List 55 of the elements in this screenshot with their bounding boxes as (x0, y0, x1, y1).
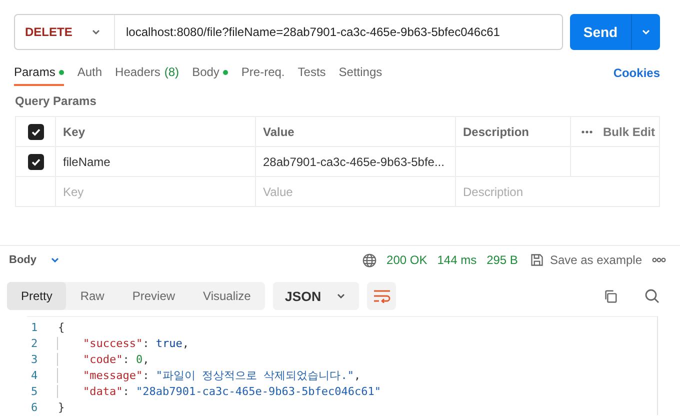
column-header: Value (263, 124, 294, 138)
line-number: 1 (30, 320, 39, 334)
request-tab[interactable]: Tests (298, 60, 326, 86)
line-number: 2 (30, 336, 39, 350)
url-input[interactable]: localhost:8080/file?fileName=28ab7901-ca3c-465e-9b63-5bfec046c61 (115, 14, 562, 50)
code-line: "data": "28ab7901-ca3c-465e-9b63-5bfec046c61" (57, 384, 382, 398)
send-options-button[interactable] (631, 14, 660, 50)
code-line: "code": 0, (57, 352, 150, 366)
checkbox[interactable] (28, 154, 44, 170)
bulk-edit-link[interactable]: Bulk Edit (603, 124, 656, 138)
request-tab[interactable]: Auth (77, 60, 102, 86)
request-tab[interactable]: Settings (338, 60, 382, 86)
column-header: Description (463, 124, 530, 138)
format-dropdown[interactable]: JSON (272, 282, 360, 310)
cookies-link[interactable]: Cookies (613, 66, 660, 80)
view-tab[interactable]: Preview (118, 282, 190, 310)
code-line: { (57, 320, 65, 334)
request-tab[interactable]: Body (192, 60, 228, 86)
status-code: 200 OK (386, 253, 428, 267)
view-tab[interactable]: Visualize (189, 282, 265, 310)
table-cell: fileName (63, 154, 110, 168)
checkbox[interactable] (28, 124, 44, 140)
search-icon[interactable] (644, 288, 660, 304)
response-size: 295 B (486, 253, 518, 267)
input-field[interactable]: Description (463, 184, 659, 198)
table-cell: 28ab7901-ca3c-465e-9b63-5bfe... (263, 154, 444, 168)
line-number: 5 (30, 384, 39, 398)
method-dropdown[interactable]: DELETE (15, 15, 115, 49)
request-tab[interactable]: Pre-req. (241, 60, 285, 86)
line-number: 4 (30, 368, 39, 382)
input-field[interactable]: Key (63, 184, 255, 198)
body-dropdown[interactable]: Body (9, 254, 60, 266)
code-line: "message": "파일이 정상적으로 삭제되었습니다.", (57, 368, 361, 382)
copy-icon[interactable] (603, 288, 618, 304)
view-tab[interactable]: Pretty (7, 282, 66, 310)
send-button[interactable]: Send (570, 14, 631, 50)
input-field[interactable]: Value (263, 184, 455, 198)
globe-icon[interactable] (362, 252, 377, 268)
response-time: 144 ms (437, 253, 477, 267)
wrap-lines-button[interactable] (367, 282, 396, 310)
more-icon[interactable] (581, 130, 593, 134)
request-tab[interactable]: Headers (8) (115, 60, 180, 86)
view-tab[interactable]: Raw (66, 282, 118, 310)
request-tab[interactable]: Params (14, 60, 64, 86)
line-number: 6 (30, 400, 39, 414)
request-url-field[interactable]: DELETE localhost:8080/file?fileName=28ab7901-ca3c-465e-9b63-5bfec046c61 (14, 14, 563, 50)
code-line: } (57, 400, 65, 414)
wrap-lines-icon (372, 289, 391, 303)
line-number: 3 (30, 352, 39, 366)
more-icon[interactable] (652, 257, 666, 263)
code-line: "success": true, (57, 336, 189, 350)
section-title: Query Params (14, 93, 98, 108)
save-example-button[interactable]: Save as example (530, 253, 642, 267)
save-icon (530, 253, 544, 267)
column-header: Key (63, 124, 86, 138)
